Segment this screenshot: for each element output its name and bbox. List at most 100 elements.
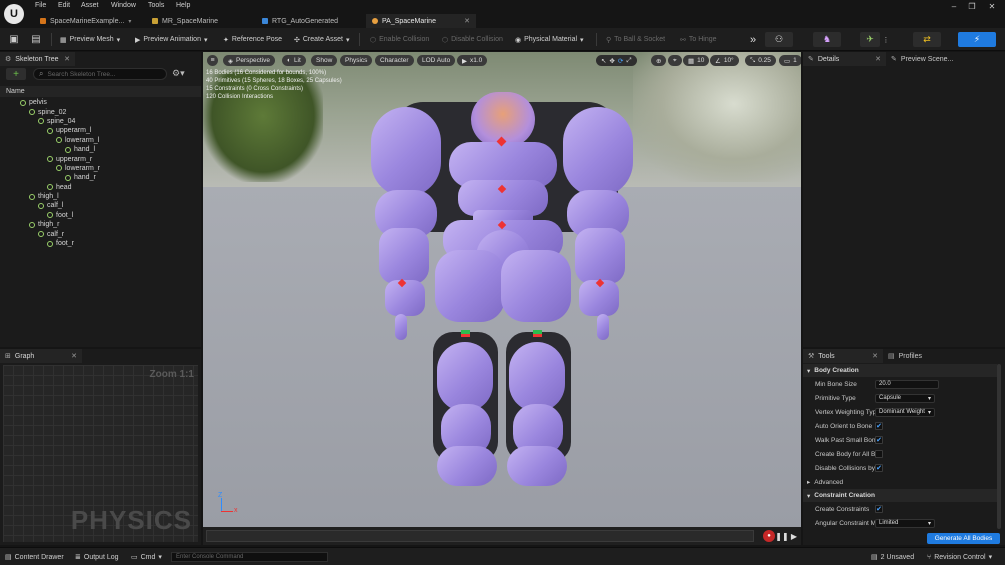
reference-pose-button[interactable]: ✦ Reference Pose bbox=[219, 32, 286, 47]
body-finger-r[interactable] bbox=[597, 314, 609, 340]
create-body-checkbox[interactable] bbox=[875, 450, 883, 458]
output-log-button[interactable]: ≣ Output Log bbox=[75, 551, 119, 563]
angular-constraint-select[interactable]: Limited ▾ bbox=[875, 518, 935, 528]
bone-row-hand-r[interactable]: hand_r bbox=[0, 173, 201, 182]
dropdown-icon[interactable]: ▾ bbox=[128, 18, 131, 25]
tab-profiles[interactable]: ▤ Profiles bbox=[883, 349, 963, 363]
create-asset-button[interactable]: ✣ Create Asset ▾ bbox=[290, 32, 353, 47]
skeleton-mode-icon[interactable]: ⚇ bbox=[765, 32, 793, 47]
tab-mr-spacemarine[interactable]: MR_SpaceMarine bbox=[146, 14, 254, 28]
close-icon[interactable]: ✕ bbox=[464, 17, 470, 25]
preview-mesh-button[interactable]: ▦ Preview Mesh ▾ bbox=[56, 32, 124, 47]
tab-tools[interactable]: ⚒ Tools ✕ bbox=[803, 349, 883, 363]
bone-row-foot-l[interactable]: foot_l bbox=[0, 211, 201, 220]
to-hinge-button[interactable]: ⚯ To Hinge bbox=[676, 32, 721, 47]
body-upperarm-l[interactable] bbox=[371, 107, 441, 197]
bone-row-hand-l[interactable]: hand_l bbox=[0, 145, 201, 154]
enable-collision-button[interactable]: ⬡ Enable Collision bbox=[366, 32, 433, 47]
maximize-icon[interactable]: ❐ bbox=[962, 0, 982, 12]
graph-canvas[interactable]: Zoom 1:1 PHYSICS bbox=[3, 365, 198, 542]
tab-rtg-autogenerated[interactable]: RTG_AutoGenerated bbox=[256, 14, 364, 28]
tools-scrollbar[interactable] bbox=[997, 364, 1001, 529]
bone-row-foot-r[interactable]: foot_r bbox=[0, 239, 201, 248]
pause-icon[interactable]: ❚❚ bbox=[775, 530, 788, 542]
preview-animation-button[interactable]: ▶ Preview Animation ▾ bbox=[131, 32, 212, 47]
body-upperarm-r[interactable] bbox=[563, 107, 633, 197]
body-hand-l[interactable] bbox=[385, 280, 425, 316]
record-icon[interactable]: ● bbox=[763, 530, 775, 542]
animation-mode-icon[interactable]: ✈ bbox=[860, 32, 880, 47]
close-icon[interactable]: ✕ bbox=[64, 55, 70, 63]
body-foot-l[interactable] bbox=[437, 446, 497, 486]
primitive-type-select[interactable]: Capsule ▾ bbox=[875, 393, 935, 403]
cmd-button[interactable]: ▭ Cmd ▾ bbox=[131, 551, 162, 563]
disable-collisions-checkbox[interactable]: ✔ bbox=[875, 464, 883, 472]
revision-control-button[interactable]: ⑂ Revision Control ▾ bbox=[927, 551, 992, 563]
bone-row-lowerarm-r[interactable]: lowerarm_r bbox=[0, 164, 201, 173]
unreal-logo-icon[interactable]: U bbox=[4, 4, 24, 24]
close-icon[interactable]: ✕ bbox=[872, 352, 878, 360]
vertex-weighting-select[interactable]: Dominant Weight ▾ bbox=[875, 407, 935, 417]
body-lowerarm-r[interactable] bbox=[575, 228, 625, 284]
disable-collision-button[interactable]: ⬡ Disable Collision bbox=[438, 32, 507, 47]
advanced-expander[interactable]: ▸ Advanced bbox=[803, 475, 997, 489]
mesh-mode-icon[interactable]: ♞ bbox=[813, 32, 841, 47]
tab-preview-scene[interactable]: ✎ Preview Scene... bbox=[886, 52, 996, 66]
body-calf-r[interactable] bbox=[509, 342, 565, 412]
generate-all-bodies-button[interactable]: Generate All Bodies bbox=[927, 533, 1000, 544]
bone-row-upperarm-r[interactable]: upperarm_r bbox=[0, 154, 201, 163]
body-thigh-r[interactable] bbox=[501, 250, 571, 322]
body-finger-l[interactable] bbox=[395, 314, 407, 340]
add-bone-button[interactable]: + bbox=[6, 68, 26, 80]
body-lowerarm-l[interactable] bbox=[379, 228, 429, 284]
blueprint-mode-icon[interactable]: ⇄ bbox=[913, 32, 941, 47]
physics-viewport[interactable]: ≡ ◈ Perspective ◐ Lit Show Physics Charact… bbox=[203, 52, 801, 545]
bone-row-calf-l[interactable]: calf_l bbox=[0, 201, 201, 210]
save-icon[interactable]: ▣ bbox=[7, 33, 21, 46]
content-drawer-button[interactable]: ▤ Content Drawer bbox=[5, 551, 64, 563]
body-thigh-l[interactable] bbox=[435, 250, 505, 322]
tab-pa-spacemarine[interactable]: PA_SpaceMarine ✕ bbox=[366, 14, 476, 28]
bone-row-thigh-l[interactable]: thigh_l bbox=[0, 192, 201, 201]
console-input[interactable]: Enter Console Command bbox=[171, 552, 328, 562]
menu-window[interactable]: Window bbox=[111, 2, 136, 9]
menu-help[interactable]: Help bbox=[176, 2, 190, 9]
menu-tools[interactable]: Tools bbox=[148, 2, 164, 9]
bone-row-spine-04[interactable]: spine_04 bbox=[0, 117, 201, 126]
more-icon[interactable]: » bbox=[746, 33, 760, 46]
space-marine-model[interactable]: Z x bbox=[203, 52, 801, 522]
tab-details[interactable]: ✎ Details ✕ bbox=[803, 52, 886, 66]
body-foot-r[interactable] bbox=[507, 446, 567, 486]
walk-past-checkbox[interactable]: ✔ bbox=[875, 436, 883, 444]
minimize-icon[interactable]: – bbox=[944, 0, 964, 12]
name-column-header[interactable]: Name bbox=[0, 86, 201, 97]
menu-file[interactable]: File bbox=[35, 2, 46, 9]
settings-gear-icon[interactable]: ⚙▾ bbox=[172, 68, 192, 80]
unsaved-indicator[interactable]: ▤ 2 Unsaved bbox=[871, 551, 914, 563]
section-body-creation[interactable]: ▾ Body Creation bbox=[803, 364, 997, 377]
browse-icon[interactable]: ▤ bbox=[29, 33, 43, 46]
create-constraints-checkbox[interactable]: ✔ bbox=[875, 505, 883, 513]
bone-row-spine-02[interactable]: spine_02 bbox=[0, 107, 201, 116]
bone-row-lowerarm-l[interactable]: lowerarm_l bbox=[0, 136, 201, 145]
physics-mode-icon[interactable]: ⚡ bbox=[958, 32, 996, 47]
physical-material-button[interactable]: ◉ Physical Material ▾ bbox=[511, 32, 588, 47]
close-icon[interactable]: ✕ bbox=[875, 55, 881, 63]
kebab-menu-icon[interactable]: ⋮ bbox=[882, 33, 890, 46]
menu-edit[interactable]: Edit bbox=[58, 2, 70, 9]
auto-orient-checkbox[interactable]: ✔ bbox=[875, 422, 883, 430]
section-constraint-creation[interactable]: ▾ Constraint Creation bbox=[803, 489, 997, 502]
to-ball-socket-button[interactable]: ⚲ To Ball & Socket bbox=[602, 32, 669, 47]
min-bone-size-input[interactable]: 20.0 bbox=[875, 379, 939, 389]
bone-row-calf-r[interactable]: calf_r bbox=[0, 229, 201, 238]
skeleton-search-input[interactable]: ⌕ Search Skeleton Tree... bbox=[33, 68, 167, 80]
tab-spacemarine-example[interactable]: SpaceMarineExample... ▾ bbox=[34, 14, 142, 28]
close-icon[interactable]: ✕ bbox=[71, 352, 77, 360]
timeline-track[interactable] bbox=[206, 530, 754, 542]
step-forward-icon[interactable]: ▶ bbox=[789, 530, 799, 542]
body-calf-l[interactable] bbox=[437, 342, 493, 412]
bone-row-pelvis[interactable]: pelvis bbox=[0, 98, 201, 107]
bone-row-head[interactable]: head bbox=[0, 183, 201, 192]
bone-row-upperarm-l[interactable]: upperarm_l bbox=[0, 126, 201, 135]
close-window-icon[interactable]: ✕ bbox=[982, 0, 1002, 12]
